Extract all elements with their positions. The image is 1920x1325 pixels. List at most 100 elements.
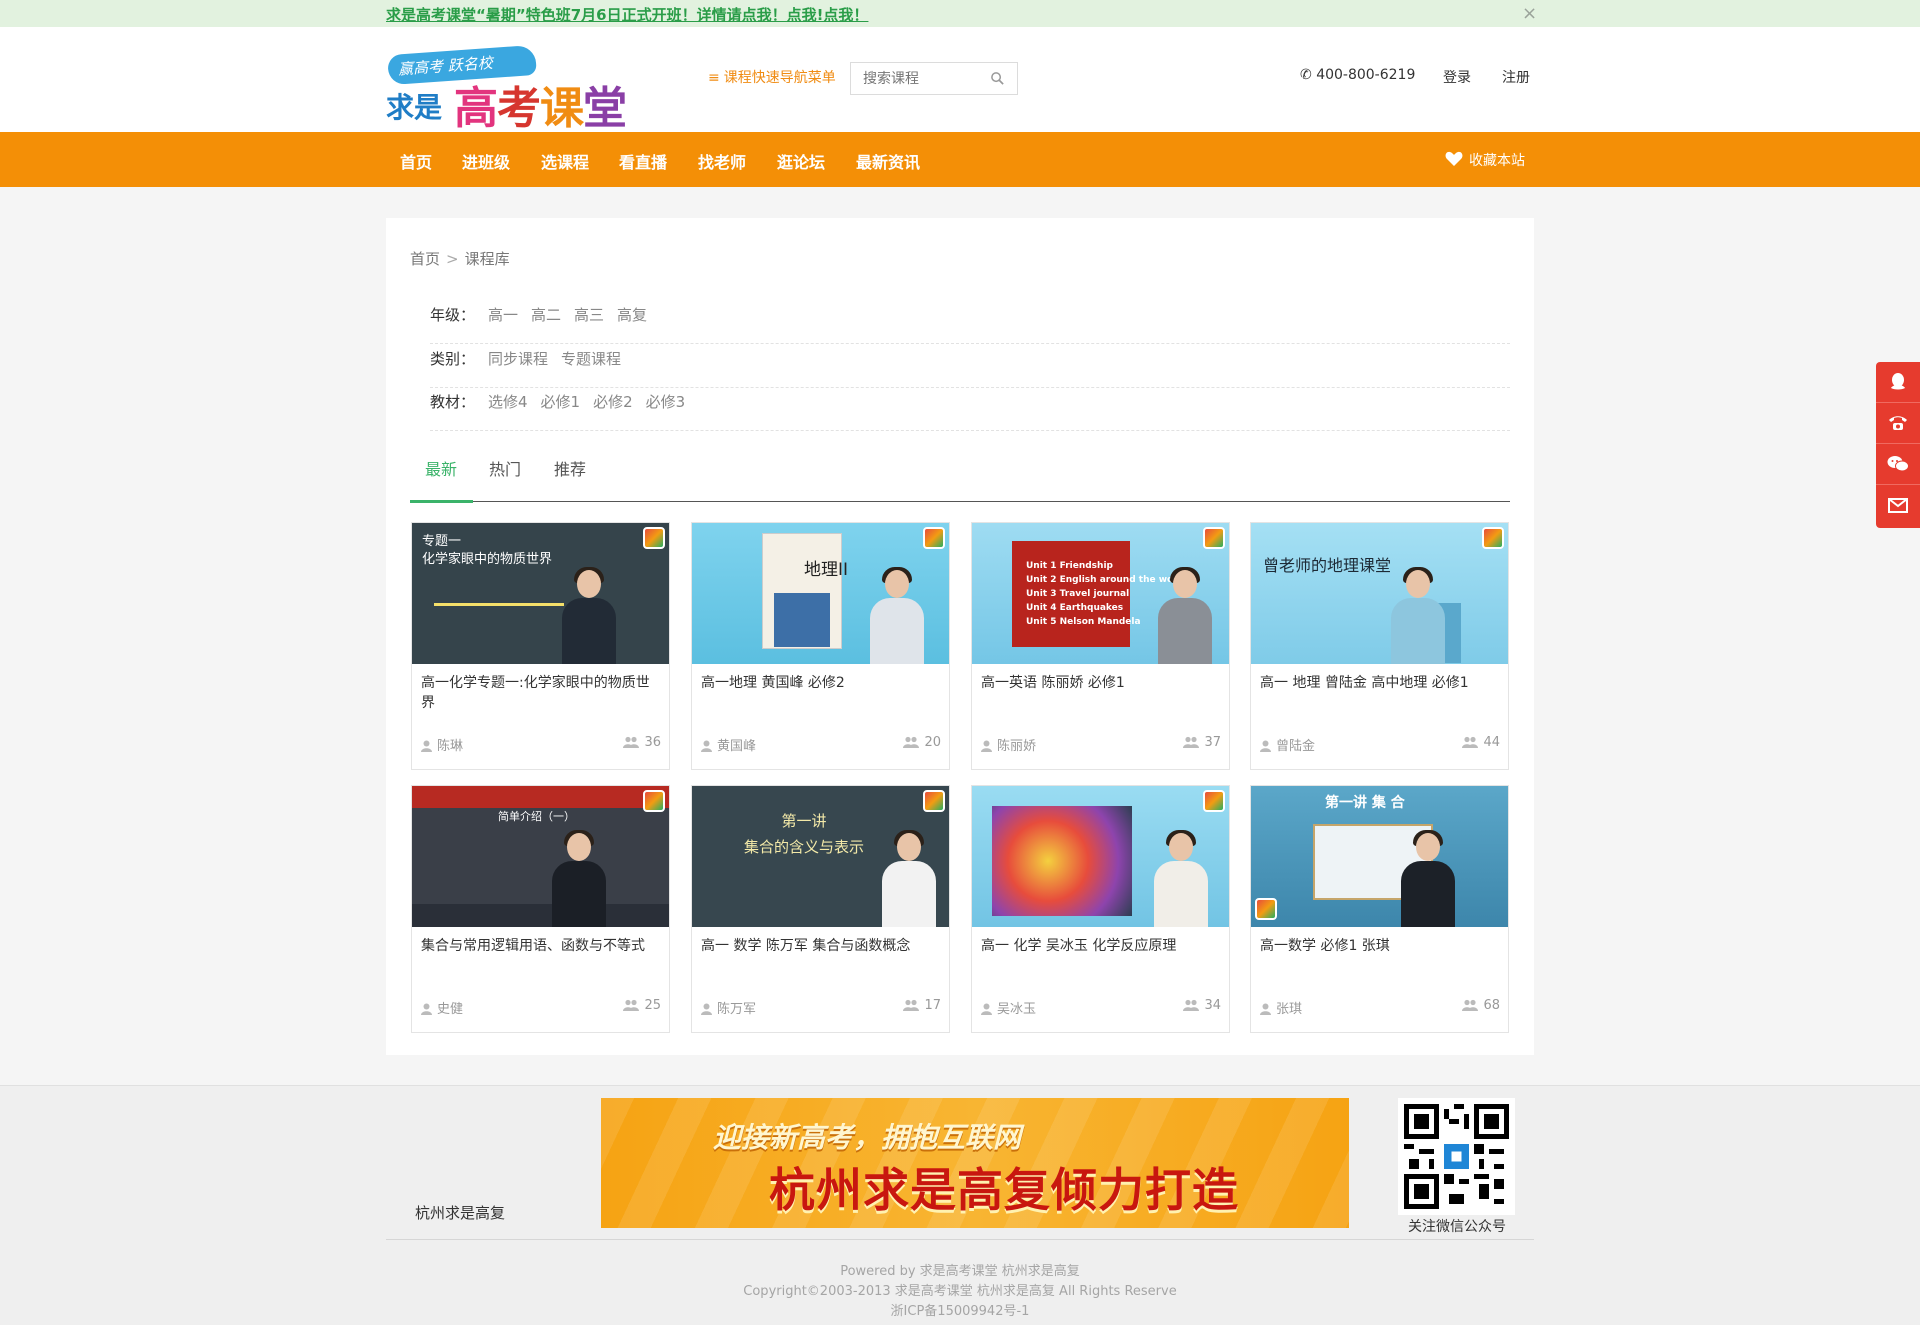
course-meta: 陈丽娇 37 [981,735,1221,754]
users-icon [1183,736,1200,748]
thumbnail-caption: 第一讲 集合的含义与表示 [744,812,865,856]
user-icon [981,1003,992,1015]
teacher-name: 吴冰玉 [997,1002,1037,1017]
filter-textbook: 教材： 选修4 必修1 必修2 必修3 [430,391,1510,431]
course-card[interactable]: Unit 1 Friendship Unit 2 English around … [971,522,1230,770]
course-title[interactable]: 高一地理 黄国峰 必修2 [701,673,941,693]
student-count: 37 [1183,735,1221,750]
student-count: 20 [903,735,941,750]
course-card[interactable]: 第一讲 集合的含义与表示 高一 数学 陈万军 集合与函数概念 陈万军 17 [691,785,950,1033]
course-title[interactable]: 高一数学 必修1 张琪 [1260,936,1500,956]
course-library: 首页 > 课程库 年级： 高一 高二 高三 高复 类别： 同步课程 专题课程 教材： 选修4… [386,218,1534,1055]
quick-nav-label: 课程快速导航菜单 [723,70,836,86]
filter-option[interactable]: 高三 [574,306,604,324]
course-card[interactable]: 专题一 化学家眼中的物质世界 高一化学专题一:化学家眼中的物质世界 陈琳 36 [411,522,670,770]
course-card[interactable]: 地理II 高一地理 黄国峰 必修2 黄国峰 20 [691,522,950,770]
favorite-button[interactable]: 收藏本站 [1445,150,1525,170]
banner-title: 杭州求是高复倾力打造 [769,1163,1239,1217]
wechat-button[interactable] [1876,444,1920,485]
tab-latest[interactable]: 最新 [425,456,457,502]
thumbnail-caption: 专题一 化学家眼中的物质世界 [422,534,553,567]
course-card[interactable]: 曾老师的地理课堂 高一 地理 曾陆金 高中地理 必修1 曾陆金 44 [1250,522,1509,770]
nav-item-teachers[interactable]: 找老师 [698,149,746,173]
logo-brand-prefix: 求是 [386,91,443,124]
nav-item-courses[interactable]: 选课程 [541,149,589,173]
promo-banner[interactable]: 迎接新高考，拥抱互联网 杭州求是高复倾力打造 [601,1098,1349,1228]
channel-logo-icon [1203,790,1225,812]
user-icon [421,740,432,752]
course-thumbnail: 曾老师的地理课堂 [1251,523,1508,664]
filter-option[interactable]: 选修4 [488,393,528,411]
nav-item-home[interactable]: 首页 [400,149,432,173]
tab-popular[interactable]: 热门 [489,456,521,502]
filter-option[interactable]: 专题课程 [561,350,621,368]
user-icon [1260,740,1271,752]
filter-option[interactable]: 必修2 [593,393,633,411]
mail-icon [1888,498,1908,513]
site-logo[interactable]: 赢高考 跃名校 求是 高考课堂 [386,44,696,134]
student-count-value: 44 [1483,735,1500,750]
icp-license[interactable]: 浙ICP备15009942号-1 [0,1300,1920,1319]
filter-option[interactable]: 同步课程 [488,350,548,368]
nav-item-live[interactable]: 看直播 [619,149,667,173]
filter-label: 年级： [430,306,476,324]
nav-item-class[interactable]: 进班级 [462,149,510,173]
course-thumbnail: 第一讲 集 合 [1251,786,1508,927]
course-teacher: 吴冰玉 [981,998,1036,1017]
nav-item-news[interactable]: 最新资讯 [856,149,920,173]
nav-item-forum[interactable]: 逛论坛 [777,149,825,173]
filter-option[interactable]: 必修3 [646,393,686,411]
filter-option[interactable]: 必修1 [541,393,581,411]
login-link[interactable]: 登录 [1443,67,1471,87]
filter-option[interactable]: 高复 [617,306,647,324]
breadcrumb-separator: > [446,250,459,268]
phone-button[interactable] [1876,403,1920,444]
course-title[interactable]: 高一英语 陈丽娇 必修1 [981,673,1221,693]
users-icon [623,736,640,748]
breadcrumb-home[interactable]: 首页 [410,250,440,268]
course-title[interactable]: 高一化学专题一:化学家眼中的物质世界 [421,673,661,713]
main-nav: 首页 进班级 选课程 看直播 找老师 逛论坛 最新资讯 收藏本站 [0,132,1920,187]
phone-icon [1889,416,1907,430]
mail-button[interactable] [1876,485,1920,526]
thumbnail-caption: 简单介绍（一） [498,810,575,823]
announcement-bar: 求是高考课堂“暑期”特色班7月6日正式开班！详情请点我！点我!点我！ × [0,0,1920,27]
users-icon [903,999,920,1011]
filter-option[interactable]: 高二 [531,306,561,324]
course-meta: 吴冰玉 34 [981,998,1221,1017]
course-title[interactable]: 集合与常用逻辑用语、函数与不等式 [421,936,661,956]
filter-option[interactable]: 高一 [488,306,518,324]
users-icon [1183,999,1200,1011]
course-title[interactable]: 高一 地理 曾陆金 高中地理 必修1 [1260,673,1500,693]
qq-button[interactable] [1876,362,1920,403]
course-title[interactable]: 高一 数学 陈万军 集合与函数概念 [701,936,941,956]
tab-recommended[interactable]: 推荐 [554,456,586,502]
logo-char: 课 [540,83,584,134]
student-count-value: 20 [924,735,941,750]
course-card[interactable]: 简单介绍（一） 集合与常用逻辑用语、函数与不等式 史健 25 [411,785,670,1033]
student-count: 36 [623,735,661,750]
course-card[interactable]: 高一 化学 吴冰玉 化学反应原理 吴冰玉 34 [971,785,1230,1033]
search-box [850,62,1018,95]
teacher-name: 史健 [437,1002,464,1017]
course-title[interactable]: 高一 化学 吴冰玉 化学反应原理 [981,936,1221,956]
course-card[interactable]: 第一讲 集 合 高一数学 必修1 张琪 张琪 68 [1250,785,1509,1033]
phone-icon: ✆ [1300,67,1312,83]
course-teacher: 黄国峰 [701,735,756,754]
close-icon[interactable]: × [1522,3,1537,24]
search-icon[interactable] [990,71,1005,86]
course-teacher: 陈万军 [701,998,756,1017]
course-meta: 黄国峰 20 [701,735,941,754]
channel-logo-icon [1203,527,1225,549]
student-count: 17 [903,998,941,1013]
thumbnail-caption: 第一讲 集 合 [1325,795,1405,811]
announcement-link[interactable]: 求是高考课堂“暑期”特色班7月6日正式开班！详情请点我！点我!点我！ [386,4,868,25]
quick-nav-menu[interactable]: ≡ 课程快速导航菜单 [708,67,836,87]
filter-label: 教材： [430,393,476,411]
course-thumbnail: 地理II [692,523,949,664]
site-header: 赢高考 跃名校 求是 高考课堂 ≡课程快速导航菜单 ✆ 400-800-6219… [0,27,1920,134]
search-input[interactable] [851,63,981,94]
sort-tabs: 最新 热门 推荐 [410,456,1510,503]
register-link[interactable]: 注册 [1502,67,1530,87]
channel-logo-icon [1482,527,1504,549]
